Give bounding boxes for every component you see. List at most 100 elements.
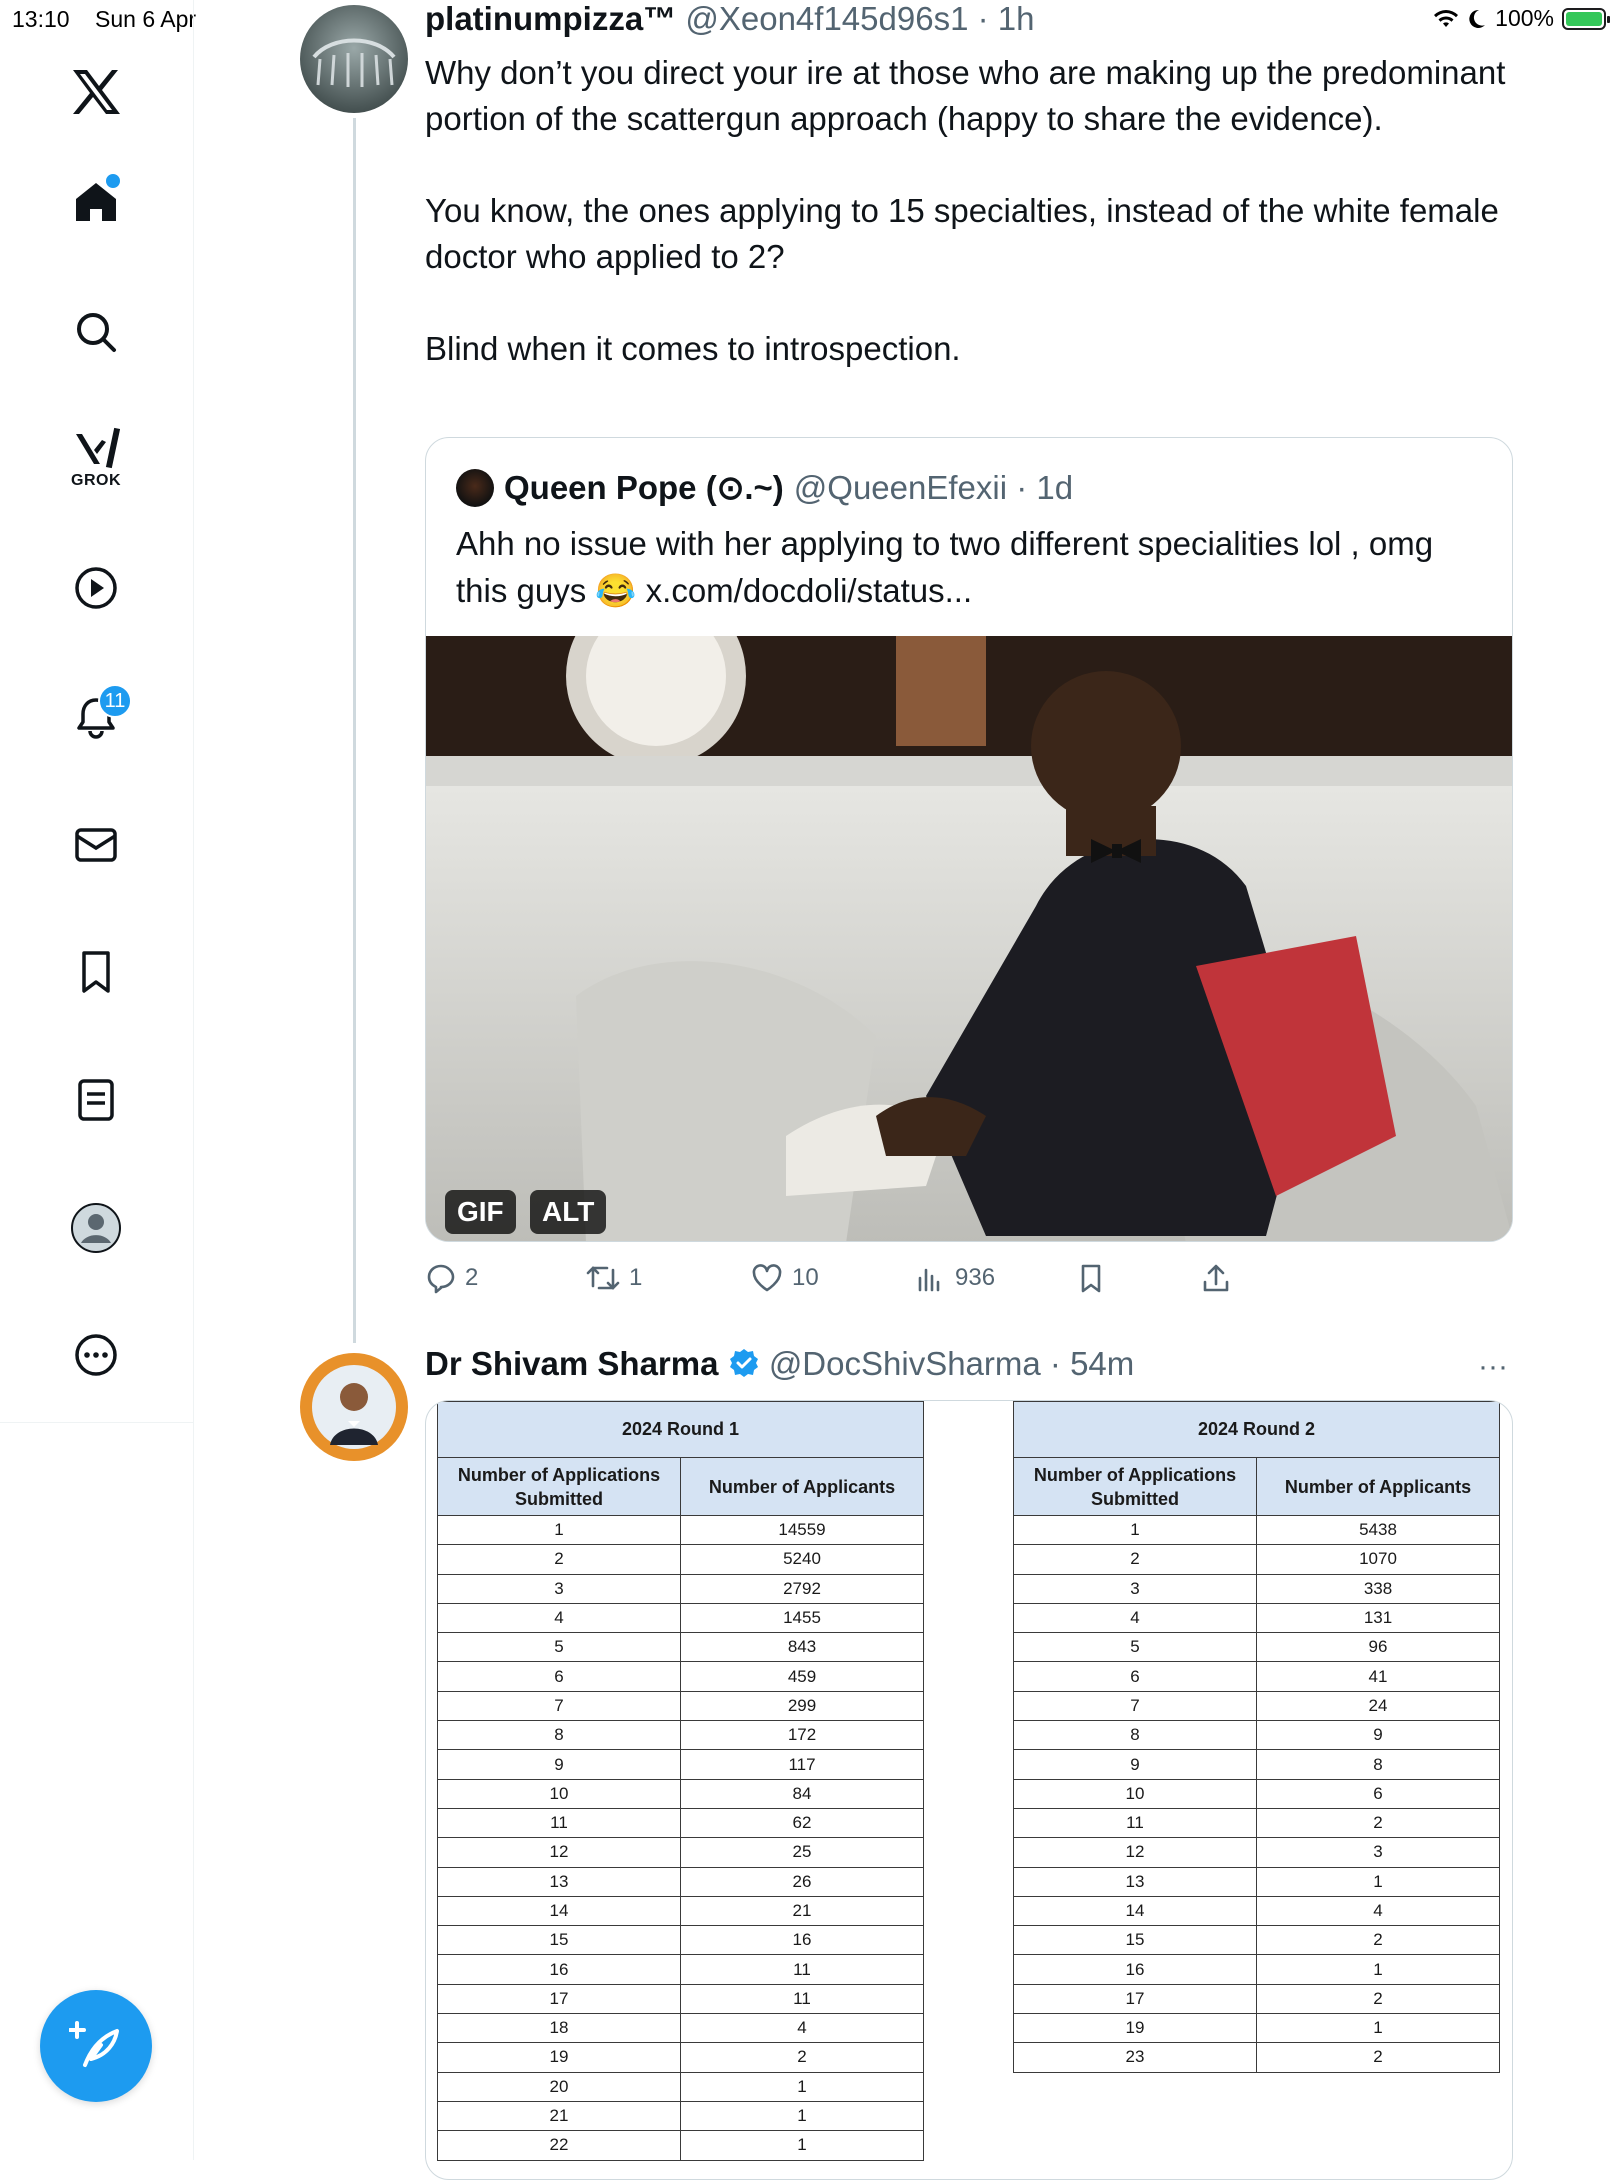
table-row: 17 2 (1013, 1983, 1501, 2015)
table-cell-applicants: 2 (1255, 1925, 1501, 1956)
reply-button[interactable]: 2 (425, 1262, 478, 1294)
video-icon[interactable] (46, 538, 146, 638)
heart-icon (752, 1264, 782, 1292)
home-icon[interactable] (46, 152, 146, 252)
search-icon[interactable] (46, 282, 146, 382)
tweet1-time[interactable]: 1h (998, 0, 1035, 37)
table-cell-applications: 11 (1013, 1807, 1257, 1839)
table-cell-applications: 13 (437, 1866, 681, 1897)
table-row: 15 16 (437, 1925, 925, 1956)
views-button[interactable]: 936 (915, 1262, 995, 1294)
table-row: 10 6 (1013, 1778, 1501, 1809)
table-cell-applicants: 5240 (679, 1544, 925, 1575)
like-button[interactable]: 10 (750, 1262, 819, 1294)
bookmarks-icon[interactable] (46, 922, 146, 1022)
compose-post-button[interactable] (40, 1990, 152, 2102)
bookmark-icon (1081, 1264, 1101, 1293)
table-cell-applications: 19 (1013, 2013, 1257, 2044)
table-cell-applicants: 11 (679, 1983, 925, 2015)
grok-icon[interactable]: GROK (46, 408, 146, 508)
quote-text: Ahh no issue with her applying to two di… (456, 525, 1434, 609)
wifi-icon (1434, 9, 1459, 27)
round2-table: 2024 Round 2 Number of Applications Subm… (1012, 1401, 1501, 2073)
quote-author-name[interactable]: Queen Pope (⊙.~) (504, 468, 784, 507)
notifications-icon[interactable]: 11 (46, 668, 146, 768)
tweet1-actions: 2 1 10 936 (425, 1262, 1525, 1302)
more-icon[interactable] (46, 1305, 146, 1405)
share-button[interactable] (1200, 1262, 1232, 1294)
table-row: 8 172 (437, 1720, 925, 1751)
grok-label: GROK (71, 472, 121, 489)
tweet2-avatar[interactable] (300, 1353, 408, 1461)
table-row: 23 2 (1013, 2042, 1501, 2073)
table-row: 4 1455 (437, 1602, 925, 1634)
tweet2-image[interactable]: 2024 Round 1 Number of Applications Subm… (425, 1400, 1513, 2180)
table-cell-applications: 4 (1013, 1602, 1257, 1634)
table-cell-applications: 7 (437, 1690, 681, 1722)
table-cell-applications: 2 (437, 1544, 681, 1575)
quoted-tweet-card[interactable]: Queen Pope (⊙.~) @QueenEfexii · 1d Ahh n… (425, 437, 1513, 1242)
table-cell-applicants: 2 (1255, 1983, 1501, 2015)
table-row: 6 41 (1013, 1661, 1501, 1692)
table-row: 19 1 (1013, 2013, 1501, 2044)
table-cell-applicants: 1070 (1255, 1544, 1501, 1575)
table-cell-applicants: 1455 (679, 1602, 925, 1634)
table-cell-applicants: 21 (679, 1895, 925, 1927)
round1-table: 2024 Round 1 Number of Applications Subm… (436, 1401, 925, 2161)
table-cell-applications: 1 (1013, 1514, 1257, 1546)
table-cell-applications: 3 (1013, 1573, 1257, 1604)
table-cell-applicants: 5438 (1255, 1514, 1501, 1546)
bookmark-button[interactable] (1075, 1262, 1107, 1294)
table-row: 16 11 (437, 1954, 925, 1985)
table-row: 2 5240 (437, 1544, 925, 1575)
table-cell-applicants: 4 (679, 2013, 925, 2044)
table-cell-applicants: 459 (679, 1661, 925, 1692)
table-cell-applicants: 14559 (679, 1514, 925, 1546)
tweet1-handle[interactable]: @Xeon4f145d96s1 (685, 0, 968, 37)
table-row: 14 21 (437, 1895, 925, 1927)
tweet2-author-name[interactable]: Dr Shivam Sharma (425, 1345, 718, 1382)
table-cell-applications: 16 (1013, 1954, 1257, 1985)
tweet2-time[interactable]: 54m (1070, 1345, 1134, 1382)
table-row: 7 299 (437, 1690, 925, 1722)
table-row: 2 1070 (1013, 1544, 1501, 1575)
table-cell-applications: 11 (437, 1807, 681, 1839)
alt-badge[interactable]: ALT (530, 1190, 607, 1234)
tweet1-avatar[interactable] (300, 5, 408, 113)
table-row: 13 1 (1013, 1866, 1501, 1897)
tweet1-paragraph: Blind when it comes to introspection. (425, 330, 961, 367)
x-logo-icon[interactable] (46, 42, 146, 142)
quote-gif-media[interactable] (426, 636, 1512, 1241)
table-cell-applicants: 4 (1255, 1895, 1501, 1927)
table-cell-applicants: 1 (1255, 1954, 1501, 1985)
table-cell-applicants: 2 (679, 2042, 925, 2073)
table-cell-applicants: 3 (1255, 1837, 1501, 1868)
tweet2-handle[interactable]: @DocShivSharma (769, 1345, 1041, 1382)
table-cell-applications: 15 (437, 1925, 681, 1956)
tweet1-author-name[interactable]: platinumpizza™ (425, 0, 676, 37)
table-cell-applications: 17 (437, 1983, 681, 2015)
lists-icon[interactable] (46, 1050, 146, 1150)
table-row: 10 84 (437, 1778, 925, 1809)
tweet1-body: Why don’t you direct your ire at those w… (425, 50, 1515, 372)
table-cell-applicants: 131 (1255, 1602, 1501, 1634)
reply-count: 2 (465, 1264, 479, 1291)
quote-handle[interactable]: @QueenEfexii (794, 469, 1007, 506)
table-row: 16 1 (1013, 1954, 1501, 1985)
table-row: 5 843 (437, 1632, 925, 1663)
table-cell-applications: 20 (437, 2071, 681, 2102)
repost-button[interactable]: 1 (585, 1262, 642, 1294)
table-cell-applicants: 1 (679, 2100, 925, 2132)
profile-icon[interactable] (46, 1178, 146, 1278)
table-cell-applications: 8 (437, 1720, 681, 1751)
table-row: 11 62 (437, 1807, 925, 1839)
tweet2-more-button[interactable]: ··· (1478, 1350, 1508, 1384)
messages-icon[interactable] (46, 795, 146, 895)
table-cell-applicants: 24 (1255, 1690, 1501, 1722)
quote-avatar[interactable] (456, 468, 494, 507)
repost-icon (586, 1266, 620, 1290)
reply-icon (427, 1264, 455, 1294)
table-row: 12 3 (1013, 1837, 1501, 1868)
quote-header: Queen Pope (⊙.~) @QueenEfexii · 1d (456, 468, 1073, 507)
status-right: 100% (1433, 5, 1610, 32)
